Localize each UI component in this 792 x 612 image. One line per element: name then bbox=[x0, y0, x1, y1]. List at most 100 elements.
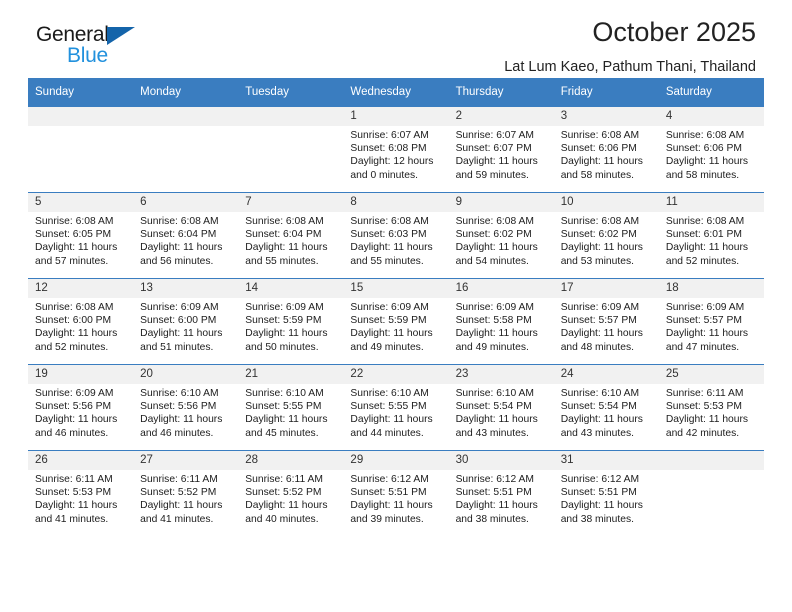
daylight-text-line2: and 50 minutes. bbox=[245, 341, 319, 353]
sunrise-text: Sunrise: 6:08 AM bbox=[35, 302, 114, 313]
calendar-cell[interactable]: 5 Sunrise: 6:08 AM Sunset: 6:05 PM Daylight… bbox=[28, 192, 134, 279]
calendar-cell[interactable]: 25 Sunrise: 6:11 AM Sunset: 5:53 PM Dayligh… bbox=[658, 364, 764, 451]
calendar-cell[interactable]: 24 Sunrise: 6:10 AM Sunset: 5:54 PM Dayligh… bbox=[553, 364, 659, 451]
daylight-text-line2: and 59 minutes. bbox=[455, 169, 529, 181]
calendar-week-row: 26 Sunrise: 6:11 AM Sunset: 5:53 PM Dayligh… bbox=[28, 450, 764, 536]
sunset-text: Sunset: 5:56 PM bbox=[35, 401, 112, 413]
day-number: 16 bbox=[448, 279, 554, 298]
calendar-cell[interactable]: 23 Sunrise: 6:10 AM Sunset: 5:54 PM Dayligh… bbox=[448, 364, 554, 451]
daylight-text-line2: and 38 minutes. bbox=[560, 513, 634, 525]
daylight-text-line2: and 48 minutes. bbox=[560, 341, 634, 353]
calendar-cell[interactable]: 26 Sunrise: 6:11 AM Sunset: 5:53 PM Dayligh… bbox=[28, 450, 134, 536]
day-number: 13 bbox=[133, 279, 239, 298]
day-number: 8 bbox=[343, 193, 449, 212]
calendar-cell[interactable]: 7 Sunrise: 6:08 AM Sunset: 6:04 PM Daylight… bbox=[238, 192, 344, 279]
day-details: Sunrise: 6:09 AM Sunset: 5:59 PM Daylight:… bbox=[343, 298, 448, 354]
calendar-cell[interactable]: 19 Sunrise: 6:09 AM Sunset: 5:56 PM Dayligh… bbox=[28, 364, 134, 451]
day-details: Sunrise: 6:10 AM Sunset: 5:54 PM Daylight:… bbox=[554, 384, 659, 440]
daylight-text-line1: Daylight: 11 hours bbox=[665, 414, 749, 426]
daylight-text-line1: Daylight: 11 hours bbox=[350, 328, 433, 340]
daylight-text-line2: and 53 minutes. bbox=[560, 255, 634, 267]
day-details: Sunrise: 6:09 AM Sunset: 5:57 PM Daylight:… bbox=[659, 298, 764, 354]
calendar-cell[interactable]: 4 Sunrise: 6:08 AM Sunset: 6:06 PM Daylight… bbox=[658, 106, 764, 193]
calendar-cell[interactable]: 3 Sunrise: 6:08 AM Sunset: 6:06 PM Daylight… bbox=[553, 106, 659, 193]
sunrise-text: Sunrise: 6:09 AM bbox=[665, 302, 745, 313]
daylight-text-line2: and 39 minutes. bbox=[350, 513, 424, 525]
page-title: October 2025 bbox=[592, 17, 756, 47]
daylight-text-line1: Daylight: 11 hours bbox=[560, 328, 643, 340]
daylight-text-line1: Daylight: 11 hours bbox=[350, 242, 433, 254]
daylight-text-line2: and 56 minutes. bbox=[140, 255, 214, 267]
calendar-cell[interactable]: 11 Sunrise: 6:08 AM Sunset: 6:01 PM Dayligh… bbox=[658, 192, 764, 279]
daylight-text-line1: Daylight: 11 hours bbox=[35, 242, 118, 254]
calendar-cell[interactable]: 16 Sunrise: 6:09 AM Sunset: 5:58 PM Dayligh… bbox=[448, 278, 554, 365]
calendar-cell[interactable]: 27 Sunrise: 6:11 AM Sunset: 5:52 PM Dayligh… bbox=[133, 450, 239, 536]
weekday-header-monday: Monday bbox=[133, 78, 239, 107]
calendar-cell-empty bbox=[238, 106, 344, 193]
calendar-cell[interactable]: 21 Sunrise: 6:10 AM Sunset: 5:55 PM Dayligh… bbox=[238, 364, 344, 451]
weekday-header-wednesday: Wednesday bbox=[343, 78, 449, 107]
day-details: Sunrise: 6:08 AM Sunset: 6:01 PM Daylight:… bbox=[659, 212, 764, 268]
calendar-cell[interactable]: 14 Sunrise: 6:09 AM Sunset: 5:59 PM Dayligh… bbox=[238, 278, 344, 365]
calendar-cell[interactable]: 18 Sunrise: 6:09 AM Sunset: 5:57 PM Dayligh… bbox=[658, 278, 764, 365]
calendar-week-row: 1 Sunrise: 6:07 AM Sunset: 6:08 PM Daylight… bbox=[28, 106, 764, 193]
daylight-text-line2: and 57 minutes. bbox=[35, 255, 109, 267]
sunset-text: Sunset: 6:03 PM bbox=[350, 229, 427, 241]
calendar-cell[interactable]: 12 Sunrise: 6:08 AM Sunset: 6:00 PM Dayligh… bbox=[28, 278, 134, 365]
sunrise-text: Sunrise: 6:12 AM bbox=[560, 474, 640, 485]
day-details: Sunrise: 6:08 AM Sunset: 6:02 PM Daylight:… bbox=[554, 212, 659, 268]
day-number: 18 bbox=[658, 279, 764, 298]
sunrise-text: Sunrise: 6:09 AM bbox=[455, 302, 534, 313]
calendar-cell[interactable]: 8 Sunrise: 6:08 AM Sunset: 6:03 PM Daylight… bbox=[343, 192, 449, 279]
day-details: Sunrise: 6:12 AM Sunset: 5:51 PM Daylight:… bbox=[554, 470, 659, 526]
day-number: 15 bbox=[343, 279, 449, 298]
daylight-text-line1: Daylight: 11 hours bbox=[455, 500, 538, 512]
daylight-text-line1: Daylight: 11 hours bbox=[455, 328, 538, 340]
sunset-text: Sunset: 5:51 PM bbox=[455, 487, 532, 499]
day-details: Sunrise: 6:08 AM Sunset: 6:04 PM Daylight:… bbox=[133, 212, 238, 268]
calendar-body: 1 Sunrise: 6:07 AM Sunset: 6:08 PM Daylight… bbox=[28, 106, 764, 536]
calendar-cell[interactable]: 31 Sunrise: 6:12 AM Sunset: 5:51 PM Dayligh… bbox=[553, 450, 659, 536]
calendar-cell[interactable]: 17 Sunrise: 6:09 AM Sunset: 5:57 PM Dayligh… bbox=[553, 278, 659, 365]
sunset-text: Sunset: 5:51 PM bbox=[350, 487, 427, 499]
day-number: 4 bbox=[658, 107, 764, 126]
day-details: Sunrise: 6:07 AM Sunset: 6:07 PM Daylight:… bbox=[449, 126, 554, 182]
sunrise-text: Sunrise: 6:09 AM bbox=[140, 302, 219, 313]
day-number: 29 bbox=[343, 451, 449, 470]
page-header: General Blue October 2025 Lat Lum Kaeo, … bbox=[28, 0, 764, 78]
sunrise-text: Sunrise: 6:12 AM bbox=[455, 474, 534, 485]
calendar-cell[interactable]: 13 Sunrise: 6:09 AM Sunset: 6:00 PM Dayligh… bbox=[133, 278, 239, 365]
calendar-cell[interactable]: 2 Sunrise: 6:07 AM Sunset: 6:07 PM Daylight… bbox=[448, 106, 554, 193]
sunrise-text: Sunrise: 6:11 AM bbox=[35, 474, 113, 485]
calendar-cell[interactable]: 6 Sunrise: 6:08 AM Sunset: 6:04 PM Daylight… bbox=[133, 192, 239, 279]
sunrise-text: Sunrise: 6:07 AM bbox=[350, 130, 429, 141]
title-block: October 2025 Lat Lum Kaeo, Pathum Thani,… bbox=[504, 17, 756, 74]
day-number: 5 bbox=[28, 193, 134, 212]
daylight-text-line1: Daylight: 11 hours bbox=[140, 500, 223, 512]
calendar-cell[interactable]: 30 Sunrise: 6:12 AM Sunset: 5:51 PM Dayligh… bbox=[448, 450, 554, 536]
calendar-cell[interactable]: 1 Sunrise: 6:07 AM Sunset: 6:08 PM Daylight… bbox=[343, 106, 449, 193]
calendar-cell[interactable]: 20 Sunrise: 6:10 AM Sunset: 5:56 PM Dayligh… bbox=[133, 364, 239, 451]
sunset-text: Sunset: 5:54 PM bbox=[455, 401, 532, 413]
daylight-text-line2: and 52 minutes. bbox=[35, 341, 109, 353]
daylight-text-line1: Daylight: 11 hours bbox=[560, 414, 643, 426]
day-number bbox=[133, 107, 239, 126]
day-number bbox=[658, 451, 764, 470]
calendar-cell[interactable]: 28 Sunrise: 6:11 AM Sunset: 5:52 PM Dayligh… bbox=[238, 450, 344, 536]
weekday-header-thursday: Thursday bbox=[448, 78, 554, 107]
calendar-cell[interactable]: 9 Sunrise: 6:08 AM Sunset: 6:02 PM Daylight… bbox=[448, 192, 554, 279]
day-number: 1 bbox=[343, 107, 449, 126]
weekday-header-sunday: Sunday bbox=[28, 78, 134, 107]
calendar-cell[interactable]: 10 Sunrise: 6:08 AM Sunset: 6:02 PM Dayligh… bbox=[553, 192, 659, 279]
daylight-text-line2: and 46 minutes. bbox=[140, 427, 214, 439]
day-number: 9 bbox=[448, 193, 554, 212]
calendar-cell[interactable]: 22 Sunrise: 6:10 AM Sunset: 5:55 PM Dayligh… bbox=[343, 364, 449, 451]
sunset-text: Sunset: 5:52 PM bbox=[245, 487, 322, 499]
calendar-cell[interactable]: 29 Sunrise: 6:12 AM Sunset: 5:51 PM Dayligh… bbox=[343, 450, 449, 536]
daylight-text-line1: Daylight: 11 hours bbox=[245, 500, 328, 512]
daylight-text-line1: Daylight: 11 hours bbox=[560, 156, 643, 168]
calendar-week-row: 19 Sunrise: 6:09 AM Sunset: 5:56 PM Dayligh… bbox=[28, 364, 764, 451]
day-details: Sunrise: 6:10 AM Sunset: 5:55 PM Daylight:… bbox=[238, 384, 343, 440]
day-details: Sunrise: 6:12 AM Sunset: 5:51 PM Daylight:… bbox=[343, 470, 448, 526]
calendar-cell[interactable]: 15 Sunrise: 6:09 AM Sunset: 5:59 PM Dayligh… bbox=[343, 278, 449, 365]
